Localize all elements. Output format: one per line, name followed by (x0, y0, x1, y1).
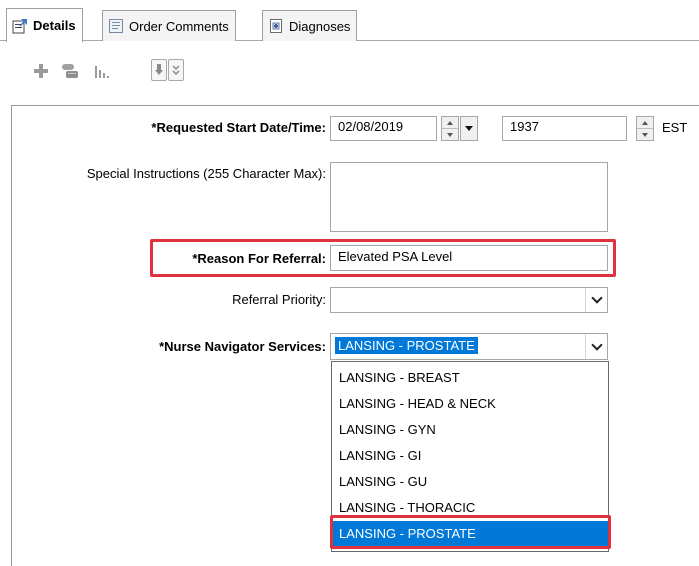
referral-priority-select[interactable] (330, 287, 608, 313)
tab-diagnoses-label: Diagnoses (289, 18, 351, 34)
reason-for-referral-label: *Reason For Referral: (192, 251, 326, 266)
start-date-field[interactable]: 02/08/2019 (330, 116, 437, 141)
reason-for-referral-field[interactable]: Elevated PSA Level (330, 245, 608, 271)
tab-details-label: Details (33, 18, 76, 33)
requested-start-label: *Requested Start Date/Time: (151, 120, 326, 135)
list-item[interactable]: LANSING - HEAD & NECK (332, 391, 608, 417)
nurse-navigator-label: *Nurse Navigator Services: (159, 339, 326, 354)
chevron-down-icon (590, 292, 603, 304)
list-item[interactable]: LANSING - BREAST (332, 365, 608, 391)
timezone-label: EST (662, 120, 688, 135)
comments-icon (108, 18, 124, 34)
chart-icon[interactable] (93, 62, 113, 80)
expand-icon[interactable] (168, 59, 184, 81)
nurse-navigator-selected-value: LANSING - PROSTATE (335, 337, 478, 354)
spinner-down-icon[interactable] (442, 129, 458, 140)
tab-order-comments-label: Order Comments (129, 18, 229, 34)
calendar-dropdown-icon (465, 126, 473, 131)
tab-details[interactable]: Details (6, 8, 83, 42)
details-icon (12, 18, 28, 34)
time-spinner[interactable] (636, 116, 654, 141)
time-up-icon[interactable] (637, 117, 653, 129)
list-item-selected[interactable]: LANSING - PROSTATE (332, 521, 608, 547)
tab-order-comments[interactable]: Order Comments (102, 10, 236, 41)
nurse-navigator-select[interactable]: LANSING - PROSTATE (330, 333, 608, 360)
start-time-field[interactable]: 1937 (502, 116, 627, 141)
download-icon[interactable] (151, 59, 167, 81)
tab-diagnoses[interactable]: Diagnoses (262, 10, 358, 41)
add-icon[interactable] (32, 62, 50, 80)
copy-icon[interactable] (59, 61, 81, 81)
list-item[interactable]: LANSING - GI (332, 443, 608, 469)
nurse-navigator-dropdown-button[interactable] (585, 334, 607, 359)
nurse-navigator-options-list: LANSING - BREAST LANSING - HEAD & NECK L… (331, 361, 609, 552)
list-item[interactable]: LANSING - THORACIC (332, 495, 608, 521)
list-item[interactable]: LANSING - GU (332, 469, 608, 495)
special-instructions-label: Special Instructions (255 Character Max)… (86, 166, 326, 181)
chevron-down-icon (590, 338, 603, 351)
referral-priority-dropdown-button[interactable] (585, 288, 607, 312)
diagnoses-icon (268, 18, 284, 34)
date-picker-button[interactable] (460, 116, 478, 141)
date-spinner[interactable] (441, 116, 459, 141)
spinner-up-icon[interactable] (442, 117, 458, 129)
time-down-icon[interactable] (637, 129, 653, 140)
referral-priority-label: Referral Priority: (232, 292, 326, 307)
list-item[interactable]: LANSING - GYN (332, 417, 608, 443)
special-instructions-field[interactable] (330, 162, 608, 232)
